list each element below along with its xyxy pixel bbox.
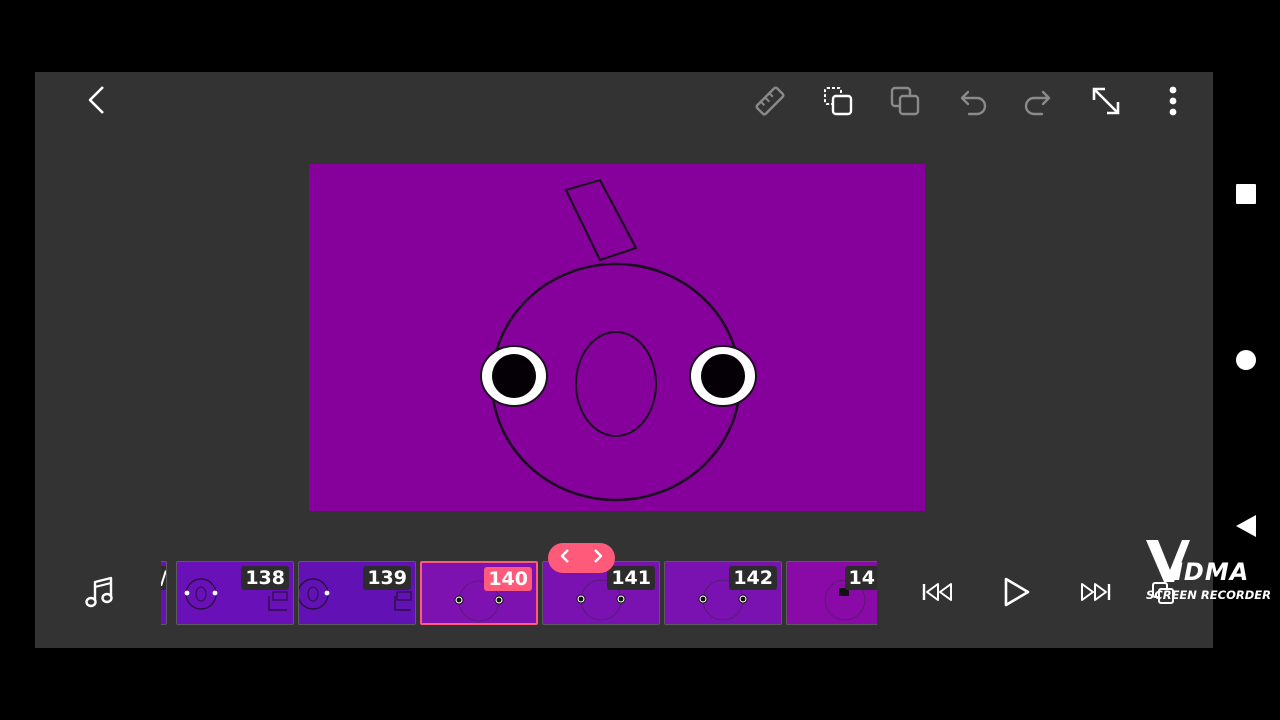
music-icon[interactable] [78, 570, 122, 614]
play-icon[interactable] [994, 570, 1038, 614]
copy-frame-icon[interactable] [816, 79, 860, 123]
frame-thumbnail[interactable]: / [161, 561, 167, 625]
frame-number: 139 [363, 566, 411, 590]
more-vertical-icon[interactable] [1151, 79, 1195, 123]
watermark-subtitle: SCREEN RECORDER [1146, 588, 1271, 602]
frame-number: 141 [607, 566, 655, 590]
chevron-right-icon[interactable] [592, 548, 604, 569]
home-circle-icon[interactable] [1224, 338, 1268, 382]
frame-thumbnail-143[interactable]: 14 [786, 561, 877, 625]
skip-forward-icon[interactable] [1073, 570, 1117, 614]
animation-editor: / 138 139 [35, 72, 1213, 648]
frame-timeline[interactable]: / 138 139 [161, 558, 877, 628]
frame-thumbnail-140[interactable]: 140 [420, 561, 538, 625]
frame-thumbnail-142[interactable]: 142 [664, 561, 782, 625]
expand-icon[interactable] [1084, 79, 1128, 123]
back-icon[interactable] [75, 78, 119, 122]
chevron-left-icon[interactable] [559, 548, 571, 569]
frame-number: 140 [484, 567, 532, 591]
undo-icon[interactable] [950, 79, 994, 123]
watermark-logo: IDMA [1174, 558, 1250, 586]
recorder-watermark: IDMA SCREEN RECORDER [1146, 536, 1271, 606]
frame-number: 138 [241, 566, 289, 590]
system-navigation-bar [1213, 0, 1280, 720]
frame-number: 14 [844, 566, 877, 590]
skip-back-icon[interactable] [916, 570, 960, 614]
frame-thumbnail-138[interactable]: 138 [176, 561, 294, 625]
frame-thumbnail-139[interactable]: 139 [298, 561, 416, 625]
recents-square-icon[interactable] [1224, 172, 1268, 216]
frame-number: 142 [729, 566, 777, 590]
canvas-drawing [480, 178, 757, 502]
duplicate-icon[interactable] [883, 79, 927, 123]
drawing-canvas[interactable] [309, 164, 925, 511]
timeline-scrubber[interactable] [548, 543, 615, 573]
redo-icon[interactable] [1017, 79, 1061, 123]
ruler-icon[interactable] [748, 79, 792, 123]
